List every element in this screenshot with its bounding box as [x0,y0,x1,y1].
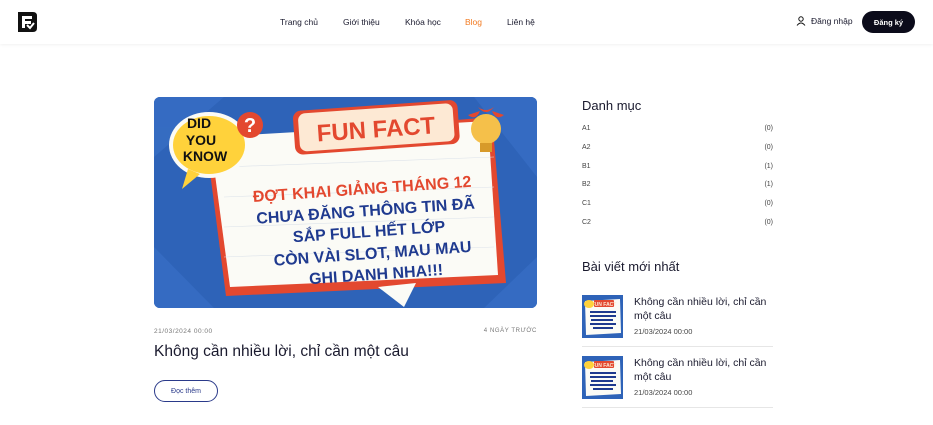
category-count: (1) [764,181,773,188]
category-name: C2 [582,219,591,226]
recent-post-date: 21/03/2024 00:00 [634,327,693,336]
signup-button[interactable]: Đăng ký [862,11,915,33]
category-item-a2[interactable]: A2 (0) [582,144,773,151]
category-item-a1[interactable]: A1 (0) [582,125,773,132]
category-count: (0) [764,200,773,207]
recent-posts-title: Bài viết mới nhất [582,259,680,274]
recent-post-date: 21/03/2024 00:00 [634,388,693,397]
thumb-tag: FUN FACT [592,363,617,369]
thumb-tag: FUN FACT [592,302,617,308]
category-count: (0) [764,125,773,132]
fun-fact-illustration: FUN FACT DID YOU KNOW ? ĐỢT KHAI GIẢNG T… [154,97,537,308]
category-count: (0) [764,219,773,226]
category-name: A1 [582,125,591,132]
site-header: Trang chủ Giới thiệu Khóa học Blog Liên … [0,0,933,44]
post-relative-time: 4 NGÀY TRƯỚC [483,328,537,334]
category-item-c1[interactable]: C1 (0) [582,200,773,207]
category-count: (0) [764,144,773,151]
categories-title: Danh mục [582,98,642,113]
category-name: B2 [582,181,591,188]
category-name: B1 [582,163,591,170]
category-name: A2 [582,144,591,151]
category-item-c2[interactable]: C2 (0) [582,219,773,226]
recent-post-title[interactable]: Không cần nhiều lời, chỉ cần một câu [634,356,774,384]
nav-item-blog[interactable]: Blog [465,17,482,27]
badge-you: YOU [186,132,216,148]
badge-know: KNOW [183,148,228,164]
recent-post-thumbnail[interactable]: FUN FACT [582,356,623,399]
post-date: 21/03/2024 00:00 [154,328,213,335]
category-name: C1 [582,200,591,207]
login-link[interactable]: Đăng nhập [796,16,853,26]
recent-post-thumbnail[interactable]: FUN FACT [582,295,623,338]
post-title[interactable]: Không cần nhiều lời, chỉ cần một câu [154,343,409,361]
recent-post-title[interactable]: Không cần nhiều lời, chỉ cần một câu [634,295,774,323]
nav-item-home[interactable]: Trang chủ [280,17,318,27]
category-item-b1[interactable]: B1 (1) [582,163,773,170]
nav-item-courses[interactable]: Khóa học [405,17,441,27]
read-more-button[interactable]: Đọc thêm [154,380,218,402]
post-featured-image[interactable]: FUN FACT DID YOU KNOW ? ĐỢT KHAI GIẢNG T… [154,97,537,308]
login-label: Đăng nhập [811,16,853,26]
recent-post-item[interactable]: FUN FACT Không cần nhiều lời, chỉ cần mộ… [582,295,773,347]
category-item-b2[interactable]: B2 (1) [582,181,773,188]
nav-item-contact[interactable]: Liên hệ [507,17,535,27]
nav-item-about[interactable]: Giới thiệu [343,17,380,27]
badge-question-mark: ? [244,115,256,137]
user-icon [796,16,806,26]
lf-logo-icon[interactable] [15,10,39,34]
recent-post-item[interactable]: FUN FACT Không cần nhiều lời, chỉ cần mộ… [582,356,773,408]
category-count: (1) [764,163,773,170]
badge-did: DID [187,115,211,131]
